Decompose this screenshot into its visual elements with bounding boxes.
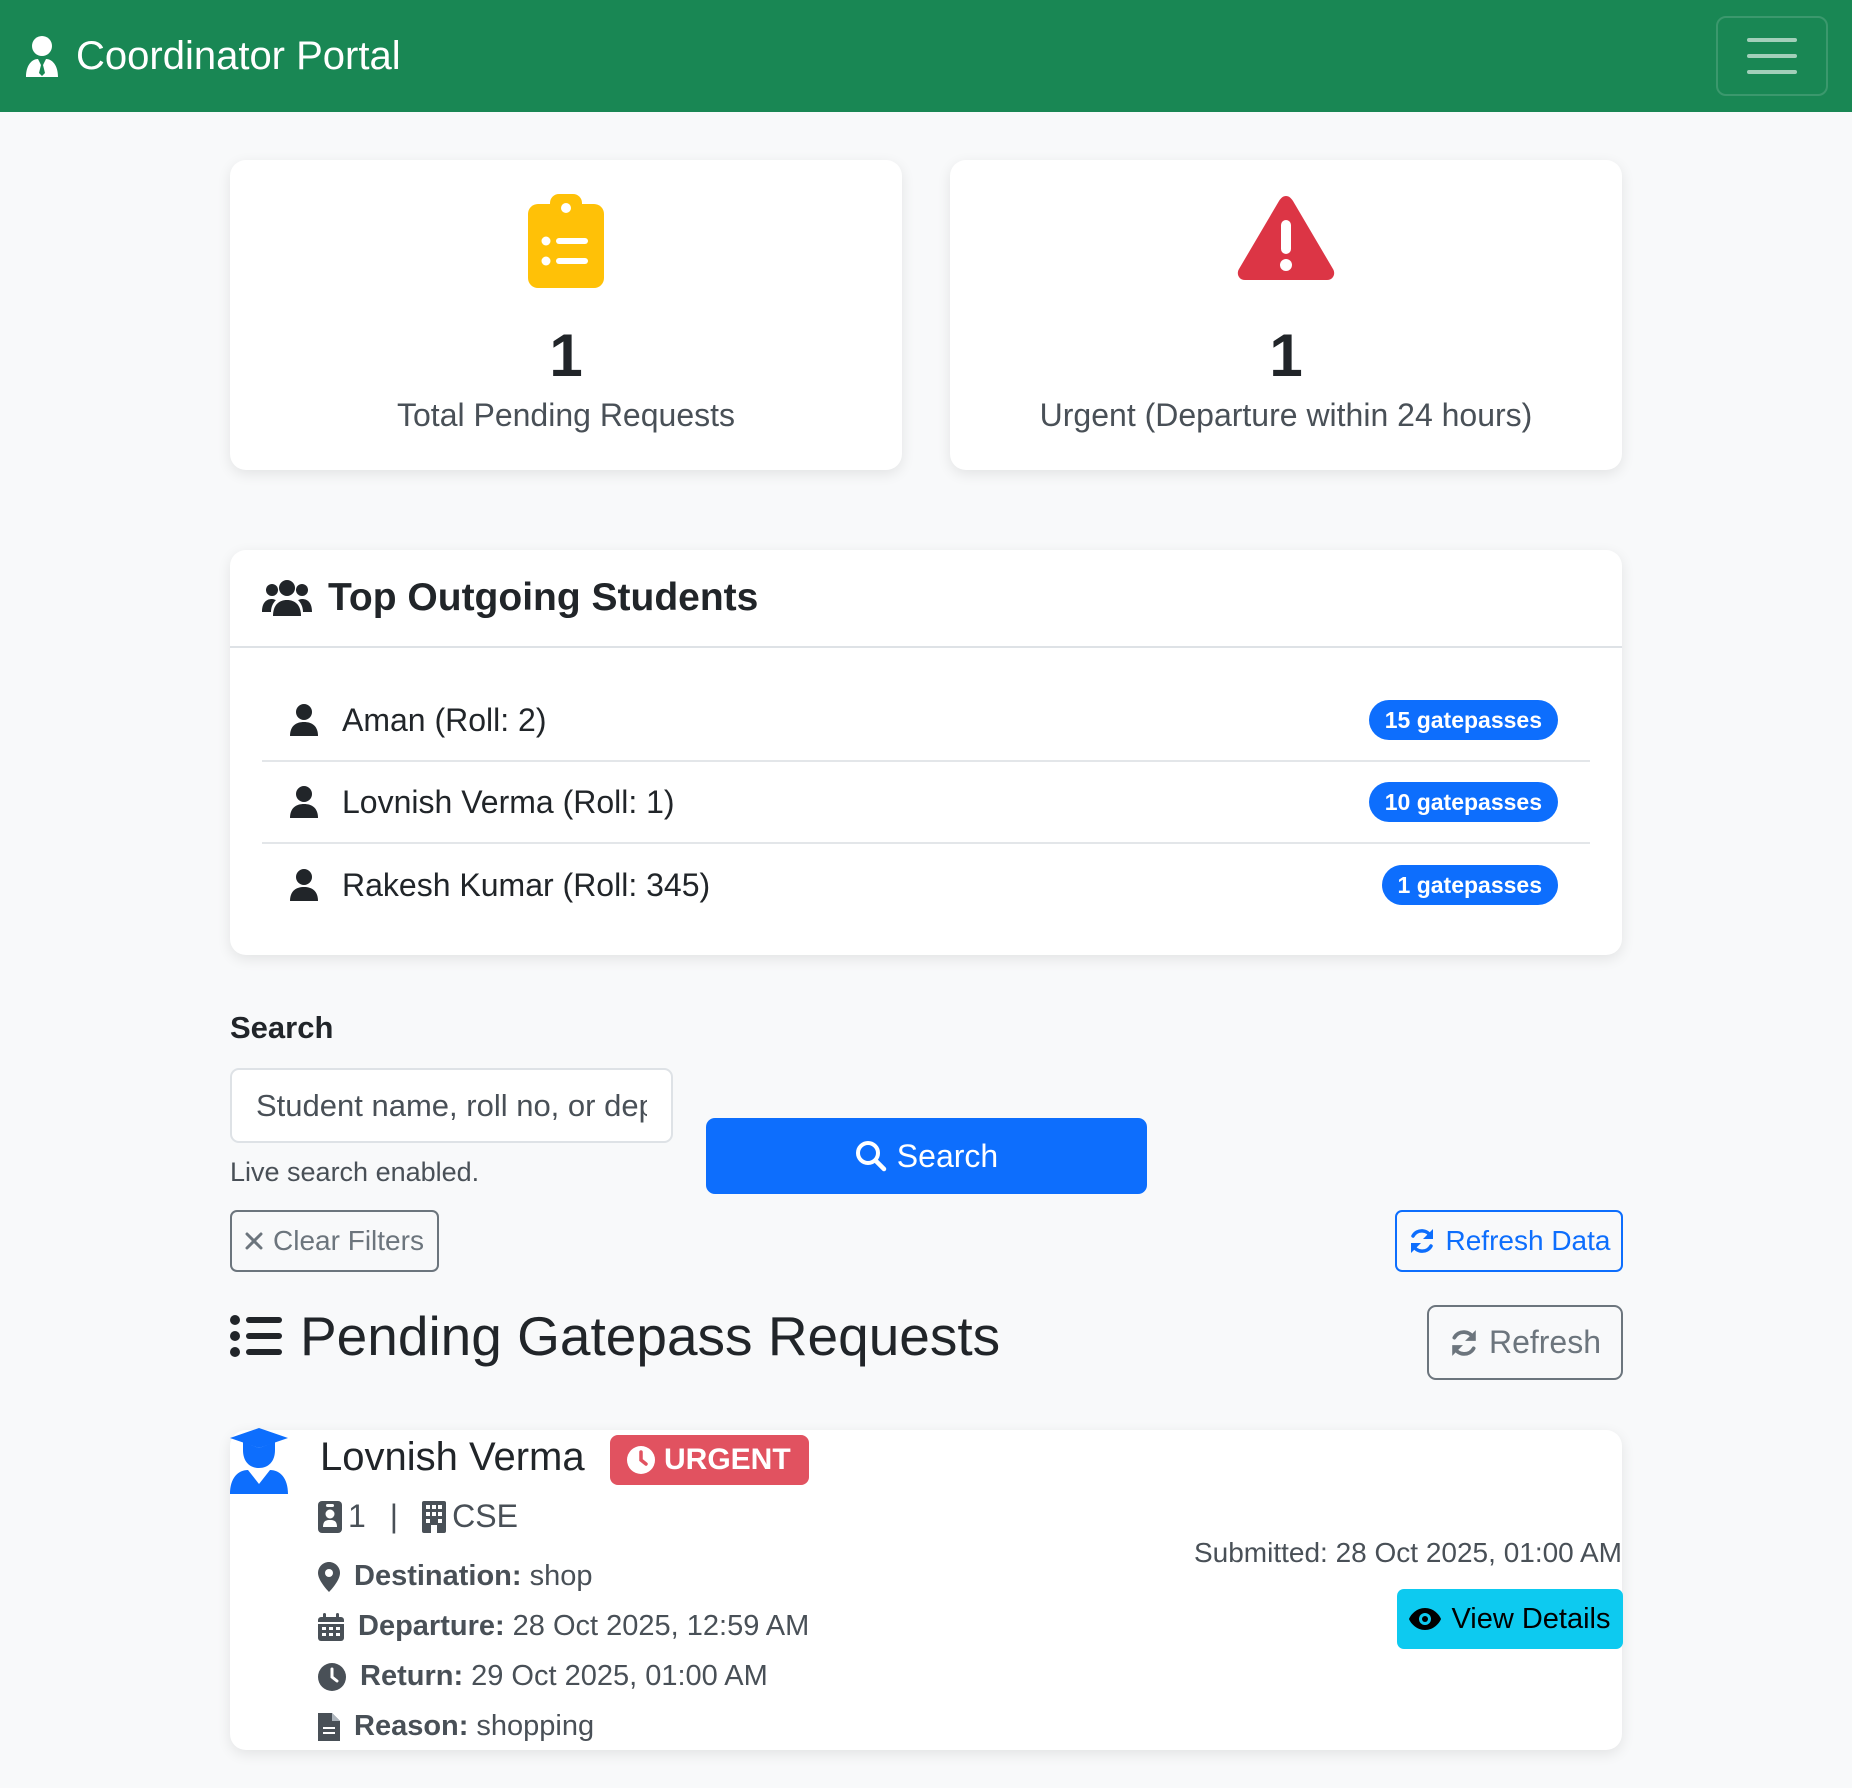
student-name: Aman (Roll: 2) — [342, 701, 547, 738]
search-input[interactable] — [230, 1068, 673, 1143]
search-button-label: Search — [896, 1137, 999, 1174]
close-icon — [245, 1232, 263, 1250]
departure-row: Departure: 28 Oct 2025, 12:59 AM — [318, 1610, 809, 1643]
list-item: Rakesh Kumar (Roll: 345) 1 gatepasses — [262, 844, 1590, 926]
list-item: Lovnish Verma (Roll: 1) 10 gatepasses — [262, 762, 1590, 844]
gatepass-count-badge: 15 gatepasses — [1368, 700, 1558, 740]
refresh-label: Refresh — [1488, 1324, 1602, 1360]
search-label: Search — [230, 1010, 334, 1045]
search-button[interactable]: Search — [706, 1118, 1147, 1194]
list-icon — [230, 1315, 282, 1357]
departure-label: Departure: — [358, 1610, 505, 1642]
view-details-button[interactable]: View Details — [1397, 1589, 1623, 1649]
destination-label: Destination: — [354, 1560, 522, 1592]
reason-label: Reason: — [354, 1710, 469, 1742]
brand-text: Coordinator Portal — [76, 33, 401, 78]
hamburger-icon — [1747, 38, 1797, 42]
hamburger-icon-line — [1747, 54, 1797, 58]
navbar-toggler[interactable] — [1716, 16, 1828, 96]
user-icon — [290, 704, 318, 736]
gatepass-count-badge: 1 gatepasses — [1381, 865, 1558, 905]
top-students-header: Top Outgoing Students — [230, 550, 1622, 648]
destination-row: Destination: shop — [318, 1560, 592, 1593]
user-tie-icon — [26, 36, 58, 77]
calendar-icon — [318, 1612, 344, 1641]
user-icon — [290, 786, 318, 818]
submitted-timestamp: Submitted: 28 Oct 2025, 01:00 AM — [1193, 1537, 1622, 1568]
student-name: Rakesh Kumar (Roll: 345) — [342, 866, 711, 903]
reason-value: shopping — [476, 1710, 595, 1742]
pending-section-title: Pending Gatepass Requests — [230, 1305, 1000, 1367]
warning-triangle-icon — [1237, 196, 1335, 280]
clock-icon — [627, 1446, 655, 1474]
department: CSE — [452, 1498, 518, 1534]
return-value: 29 Oct 2025, 01:00 AM — [471, 1660, 768, 1692]
reason-row: Reason: shopping — [318, 1710, 594, 1743]
navbar-brand[interactable]: Coordinator Portal — [24, 34, 401, 79]
id-badge-icon — [318, 1500, 342, 1533]
search-hint: Live search enabled. — [230, 1157, 480, 1187]
top-students-card: Top Outgoing Students Aman (Roll: 2) 15 … — [230, 550, 1622, 955]
list-item: Aman (Roll: 2) 15 gatepasses — [262, 680, 1590, 762]
stat-label: Total Pending Requests — [397, 397, 735, 433]
meta-separator: | — [389, 1498, 399, 1534]
request-student-name: Lovnish Verma — [320, 1435, 585, 1479]
refresh-data-label: Refresh Data — [1445, 1225, 1611, 1256]
return-row: Return: 29 Oct 2025, 01:00 AM — [318, 1660, 768, 1693]
hamburger-icon-line — [1747, 70, 1797, 74]
view-details-label: View Details — [1451, 1602, 1611, 1635]
gatepass-count-badge: 10 gatepasses — [1368, 782, 1558, 822]
stat-value: 1 — [1269, 322, 1303, 389]
roll-number: 1 — [348, 1498, 366, 1534]
user-icon — [290, 869, 318, 901]
file-icon — [318, 1712, 340, 1741]
return-label: Return: — [360, 1660, 464, 1692]
map-pin-icon — [318, 1561, 340, 1592]
student-name: Lovnish Verma (Roll: 1) — [342, 783, 675, 820]
sync-icon — [1410, 1229, 1433, 1253]
refresh-data-button[interactable]: Refresh Data — [1395, 1210, 1623, 1272]
sync-icon — [1452, 1329, 1476, 1356]
warning-triangle-icon-wrap — [950, 194, 1622, 280]
graduate-icon — [230, 1428, 288, 1494]
top-students-title: Top Outgoing Students — [328, 576, 759, 619]
destination-value: shop — [529, 1560, 593, 1592]
urgent-badge: URGENT — [610, 1435, 809, 1485]
pending-stat-card: 1 Total Pending Requests — [230, 160, 902, 470]
departure-value: 28 Oct 2025, 12:59 AM — [512, 1610, 810, 1642]
eye-icon — [1409, 1608, 1442, 1630]
stat-value: 1 — [549, 322, 583, 389]
users-icon — [262, 580, 312, 616]
clock-icon — [318, 1662, 346, 1691]
urgent-badge-label: URGENT — [664, 1443, 791, 1476]
urgent-stat-card: 1 Urgent (Departure within 24 hours) — [950, 160, 1622, 470]
clear-filters-button[interactable]: Clear Filters — [230, 1210, 439, 1272]
building-icon — [422, 1500, 447, 1533]
search-icon — [855, 1141, 887, 1172]
navbar: Coordinator Portal — [0, 0, 1852, 112]
clear-filters-label: Clear Filters — [273, 1225, 424, 1256]
request-meta: 1 | CSE — [318, 1498, 518, 1535]
clipboard-list-icon — [528, 194, 604, 288]
stat-label: Urgent (Departure within 24 hours) — [1039, 397, 1533, 433]
refresh-button[interactable]: Refresh — [1427, 1305, 1623, 1380]
pending-title-text: Pending Gatepass Requests — [300, 1305, 1001, 1367]
